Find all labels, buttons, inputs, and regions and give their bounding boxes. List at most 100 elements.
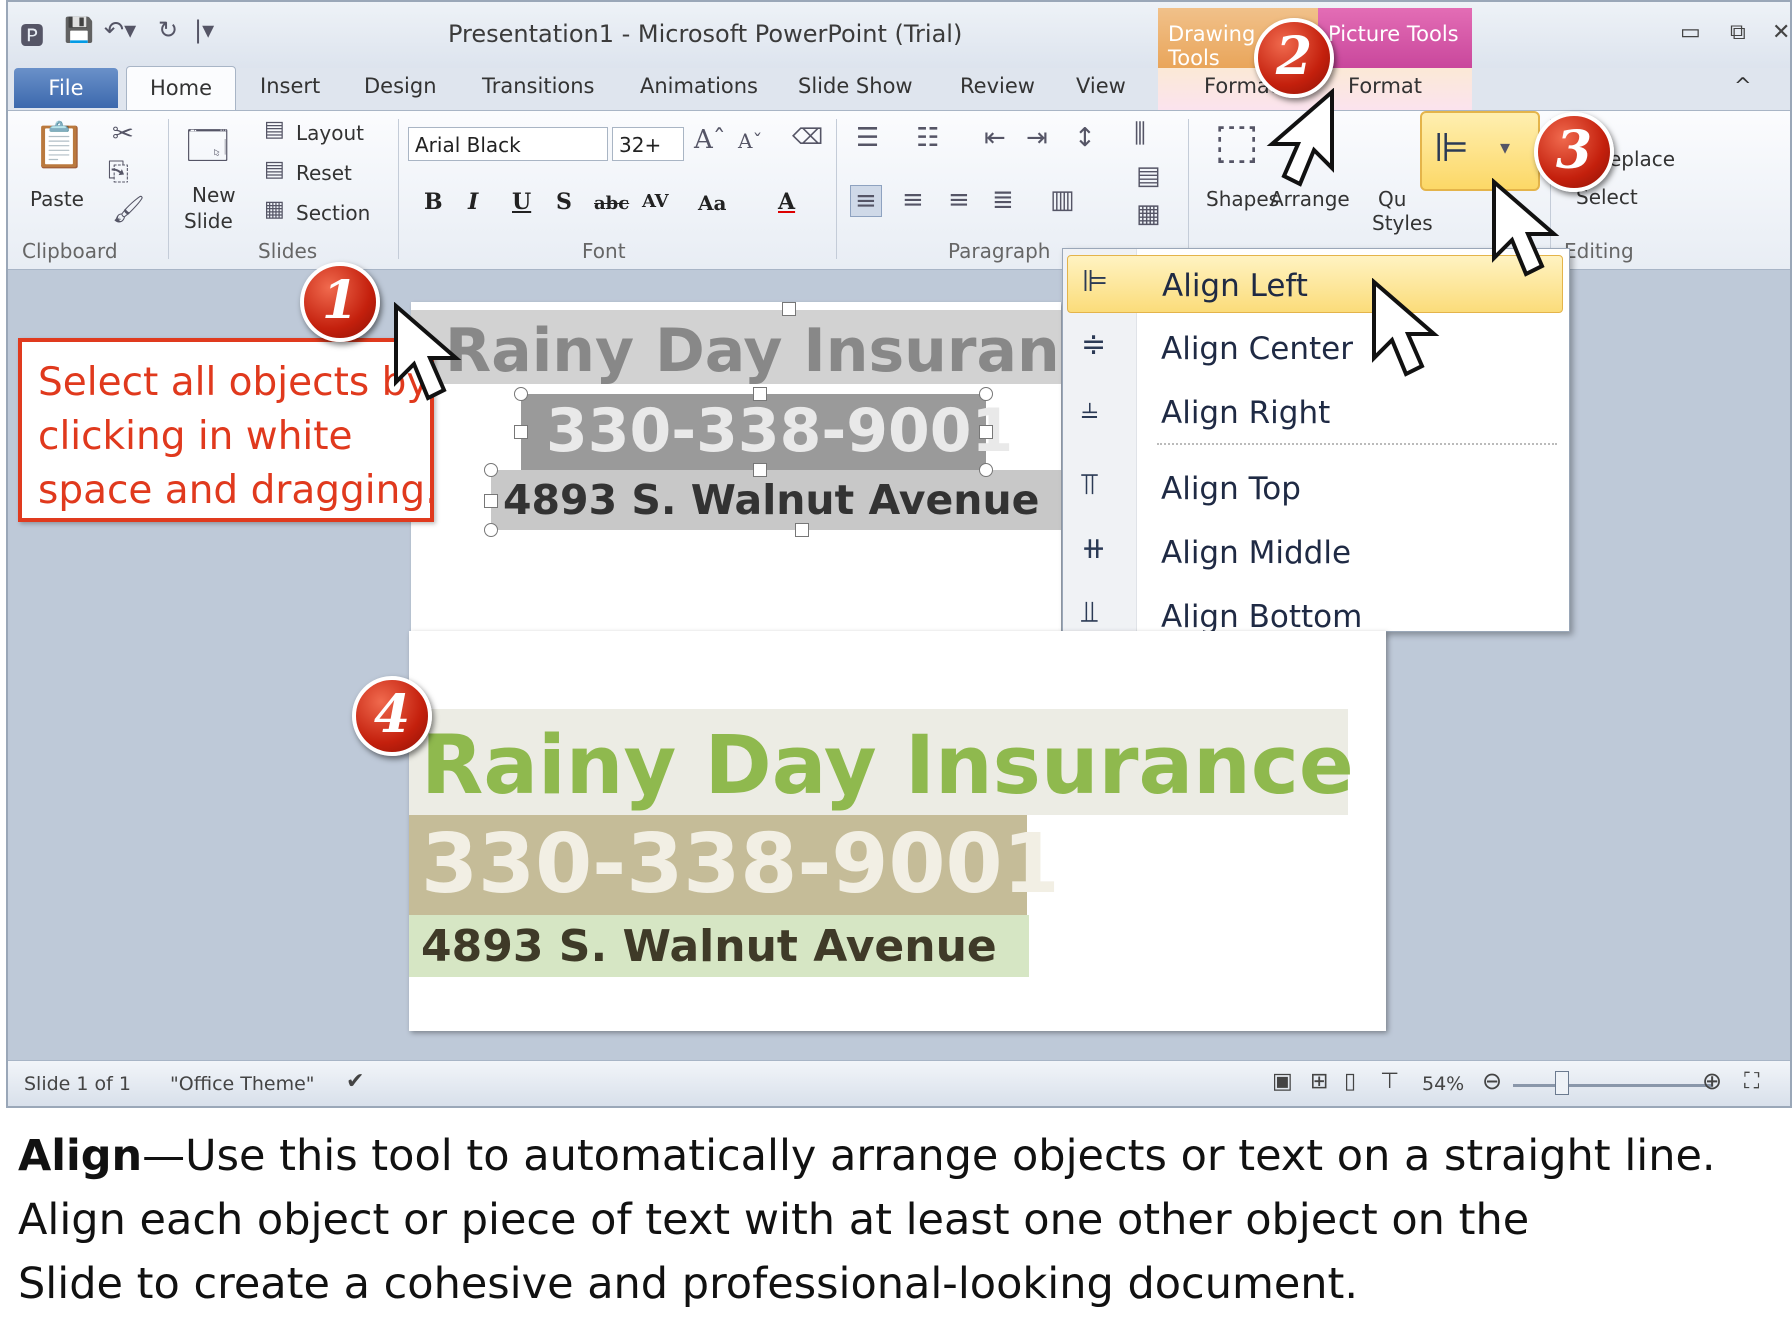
quick-styles-label-1[interactable]: Qu (1378, 187, 1406, 211)
slides-group-label: Slides (258, 239, 318, 263)
caption-term: Align (18, 1131, 143, 1181)
slide-after[interactable]: Rainy Day Insurance 330-338-9001 4893 S.… (409, 631, 1386, 1031)
smartart-icon[interactable]: ▦ (1136, 199, 1161, 229)
reading-view-icon[interactable]: ▯ (1344, 1069, 1356, 1094)
slide-show-icon[interactable]: ⊤ (1380, 1069, 1399, 1094)
paste-icon[interactable]: 📋 (32, 119, 87, 171)
font-name-select[interactable]: Arial Black (408, 127, 608, 161)
tab-picture-format[interactable]: Format (1348, 74, 1422, 98)
menu-item-align-bottom[interactable]: ⫫ Align Bottom (1067, 587, 1563, 631)
chevron-down-icon: ▾ (1500, 135, 1511, 159)
resize-handle[interactable] (979, 387, 993, 401)
step-badge-4: 4 (352, 676, 432, 756)
decrease-indent-icon[interactable]: ⇤ (984, 123, 1006, 153)
menu-item-align-middle[interactable]: ⧺ Align Middle (1067, 523, 1563, 581)
resize-handle[interactable] (782, 302, 796, 316)
character-spacing-icon[interactable]: AV (642, 191, 669, 212)
underline-icon[interactable]: U (512, 189, 531, 215)
new-slide-icon[interactable]: 🗔 (186, 117, 229, 185)
paste-button[interactable]: Paste (30, 187, 84, 211)
align-text-icon[interactable]: ▤ (1136, 161, 1161, 191)
caption-line-2: Align each object or piece of text with … (18, 1195, 1530, 1245)
zoom-slider-thumb[interactable] (1555, 1071, 1569, 1095)
strikethrough-icon[interactable]: abc (594, 193, 629, 214)
shrink-font-icon[interactable]: Aˇ (738, 129, 762, 153)
section-button[interactable]: Section (296, 201, 370, 225)
font-color-icon[interactable]: A (778, 189, 795, 215)
align-text-right-icon[interactable]: ≡ (948, 185, 970, 215)
close-button[interactable]: ✕ (1772, 20, 1790, 45)
tab-design[interactable]: Design (364, 74, 437, 98)
center-text-icon[interactable]: ≡ (902, 185, 924, 215)
clear-formatting-icon[interactable]: ⌫ (792, 125, 823, 150)
resize-handle[interactable] (484, 494, 498, 508)
title-bar: 🅿 💾 ↶▾ ↻ |▾ Presentation1 - Microsoft Po… (8, 2, 1790, 70)
change-case-icon[interactable]: Aa (698, 191, 726, 215)
quick-styles-label-2[interactable]: Styles (1372, 211, 1433, 235)
tab-file[interactable]: File (14, 68, 118, 108)
menu-item-label: Align Middle (1161, 535, 1352, 571)
resize-handle[interactable] (753, 387, 767, 401)
normal-view-icon[interactable]: ▣ (1272, 1069, 1293, 1094)
menu-item-align-left[interactable]: ⊫ Align Left (1067, 255, 1563, 313)
resize-handle[interactable] (979, 463, 993, 477)
new-slide-label-1[interactable]: New (192, 183, 236, 207)
copy-icon[interactable]: ⎘ (108, 157, 129, 188)
undo-icon[interactable]: ↶▾ (104, 16, 136, 44)
resize-handle[interactable] (753, 463, 767, 477)
zoom-slider[interactable] (1513, 1084, 1713, 1087)
resize-handle[interactable] (484, 463, 498, 477)
reset-icon: ▤ (264, 157, 285, 182)
new-slide-label-2[interactable]: Slide (184, 209, 233, 233)
bullets-icon[interactable]: ☰ (856, 123, 879, 153)
zoom-level[interactable]: 54% (1422, 1073, 1464, 1095)
resize-handle[interactable] (795, 523, 809, 537)
tab-review[interactable]: Review (960, 74, 1035, 98)
tab-transitions[interactable]: Transitions (482, 74, 595, 98)
menu-item-align-center[interactable]: ≑ Align Center (1067, 319, 1563, 377)
tab-animations[interactable]: Animations (640, 74, 758, 98)
slide-before[interactable]: Rainy Day Insurance 330-338-9001 4893 S.… (411, 302, 1061, 632)
increase-indent-icon[interactable]: ⇥ (1026, 123, 1048, 153)
shapes-icon[interactable]: ⬚ (1214, 113, 1259, 169)
redo-icon[interactable]: ↻ (158, 16, 178, 44)
resize-handle[interactable] (484, 523, 498, 537)
bold-icon[interactable]: B (424, 189, 443, 215)
minimize-ribbon-icon[interactable]: ^ (1734, 74, 1752, 98)
zoom-out-icon[interactable]: ⊖ (1482, 1067, 1502, 1095)
justify-icon[interactable]: ≣ (992, 185, 1014, 215)
italic-icon[interactable]: I (468, 189, 478, 215)
line-spacing-icon[interactable]: ↕ (1074, 123, 1096, 153)
fit-to-window-icon[interactable]: ⛶ (1744, 1069, 1759, 1094)
resize-handle[interactable] (514, 425, 528, 439)
text-shadow-icon[interactable]: S (556, 189, 572, 215)
reset-button[interactable]: Reset (296, 161, 352, 185)
columns-icon[interactable]: ▥ (1050, 185, 1075, 215)
save-icon[interactable]: 💾 (64, 16, 94, 44)
ribbon-tabs: File Home Insert Design Transitions Anim… (8, 66, 1790, 110)
slide-sorter-icon[interactable]: ⊞ (1310, 1069, 1328, 1094)
cut-icon[interactable]: ✂ (112, 119, 134, 149)
menu-item-align-top[interactable]: ⫪ Align Top (1067, 459, 1563, 517)
format-painter-icon[interactable]: 🖌 (112, 195, 145, 225)
align-text-left-icon[interactable]: ≡ (850, 185, 882, 217)
layout-button[interactable]: Layout (296, 121, 364, 145)
text-direction-icon[interactable]: ⫼ (1134, 119, 1146, 150)
tab-slide-show[interactable]: Slide Show (798, 74, 913, 98)
tab-insert[interactable]: Insert (260, 74, 320, 98)
customize-qat-icon[interactable]: |▾ (194, 16, 214, 44)
align-objects-icon: ⊫ (1434, 125, 1469, 171)
spell-check-icon[interactable]: ✔ (346, 1069, 364, 1094)
grow-font-icon[interactable]: Aˆ (694, 125, 726, 155)
resize-handle[interactable] (514, 387, 528, 401)
font-size-select[interactable]: 32+ (612, 127, 684, 161)
numbering-icon[interactable]: ☷ (916, 123, 939, 153)
resize-handle[interactable] (979, 425, 993, 439)
maximize-button[interactable]: ⧉ (1730, 20, 1746, 45)
phone-text-after: 330-338-9001 (421, 817, 1060, 912)
zoom-in-icon[interactable]: ⊕ (1702, 1067, 1722, 1095)
tab-view[interactable]: View (1076, 74, 1126, 98)
minimize-button[interactable]: ▭ (1680, 20, 1701, 45)
menu-item-align-right[interactable]: ⫨ Align Right (1067, 383, 1563, 441)
tab-home[interactable]: Home (126, 66, 236, 110)
